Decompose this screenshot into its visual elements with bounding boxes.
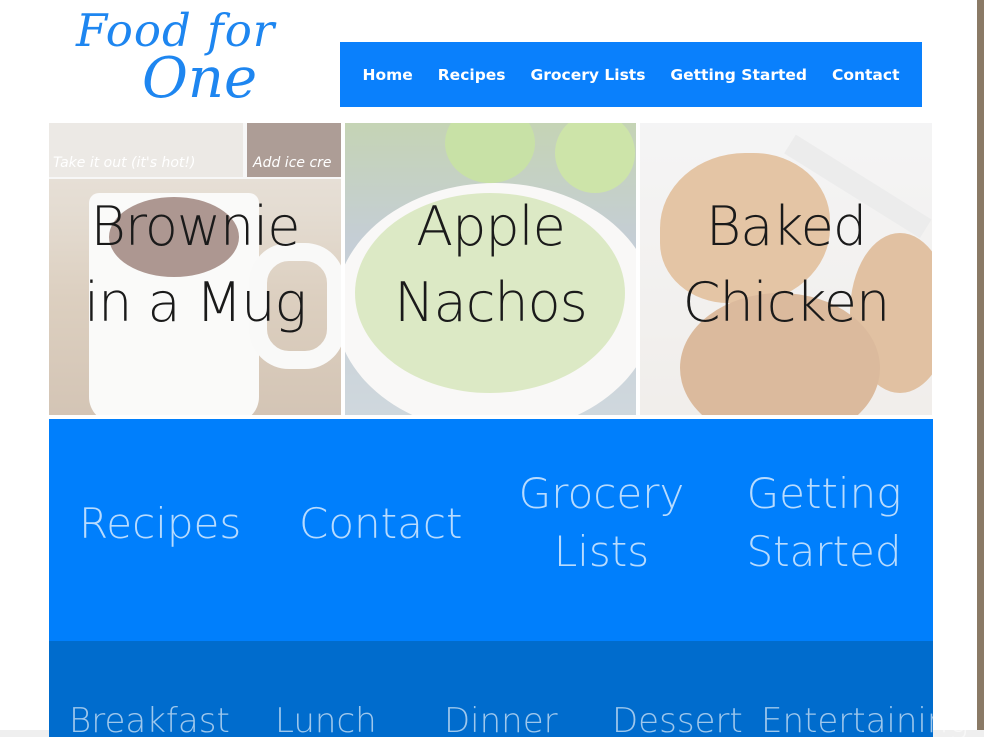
nav-contact-link[interactable]: Contact: [832, 66, 900, 84]
recipe-tile-baked-chicken[interactable]: Baked Chicken: [640, 123, 932, 415]
main-nav: Home Recipes Grocery Lists Getting Start…: [340, 42, 922, 107]
category-lunch-link[interactable]: Lunch: [275, 701, 377, 741]
band-grocery-lists-link[interactable]: Grocery Lists: [514, 465, 689, 581]
category-dinner-link[interactable]: Dinner: [444, 701, 558, 741]
site-logo[interactable]: Food for One: [70, 2, 290, 118]
nav-home-link[interactable]: Home: [362, 66, 412, 84]
tile-title: Brownie in a Mug: [84, 195, 307, 334]
tile-title: Apple Nachos: [394, 195, 588, 334]
band-getting-started-link[interactable]: Getting Started: [739, 465, 909, 581]
nav-recipes-link[interactable]: Recipes: [438, 66, 506, 84]
band-contact-link[interactable]: Contact: [299, 495, 462, 553]
recipe-tile-brownie[interactable]: Take it out (it's hot!) Add ice cre Brow…: [49, 123, 341, 415]
tile-title: Baked Chicken: [682, 195, 890, 334]
category-entertaining-link[interactable]: Entertaining: [761, 701, 969, 741]
category-dessert-link[interactable]: Dessert: [612, 701, 743, 741]
category-band: Breakfast Lunch Dinner Dessert Entertain…: [49, 641, 969, 741]
nav-grocery-lists-link[interactable]: Grocery Lists: [531, 66, 646, 84]
logo-line-2: One: [142, 46, 258, 111]
nav-getting-started-link[interactable]: Getting Started: [670, 66, 807, 84]
links-band: Recipes Contact Grocery Lists Getting St…: [49, 419, 933, 641]
category-breakfast-link[interactable]: Breakfast: [69, 701, 230, 741]
window-edge: [977, 0, 984, 737]
band-recipes-link[interactable]: Recipes: [79, 495, 241, 553]
recipe-tile-apple-nachos[interactable]: Apple Nachos: [345, 123, 636, 415]
